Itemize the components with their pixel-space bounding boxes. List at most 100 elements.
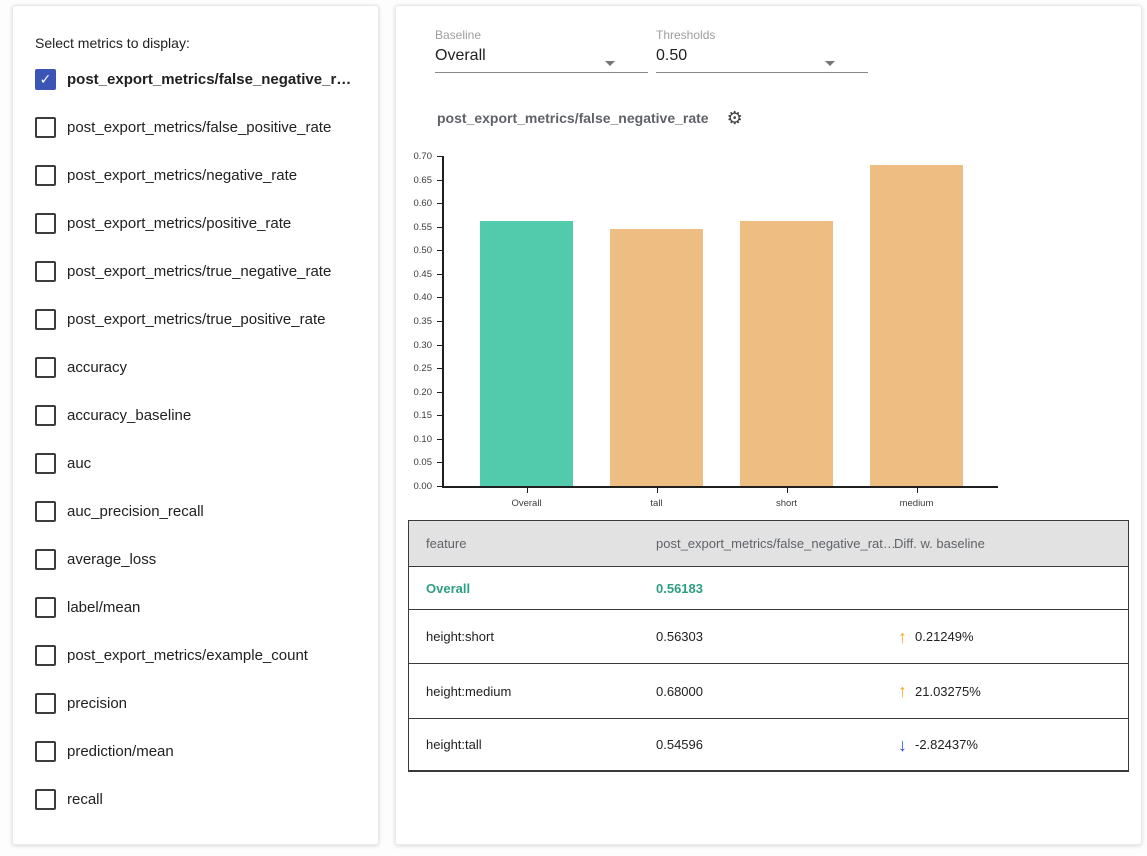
- x-axis-tick: [657, 488, 658, 493]
- metric-checkbox-item[interactable]: average_loss: [13, 535, 378, 583]
- diff-value: -2.82437%: [915, 737, 978, 752]
- metric-checkbox-item[interactable]: post_export_metrics/example_count: [13, 631, 378, 679]
- fairness-metrics-page: Select metrics to display: ✓ post_export_…: [0, 0, 1147, 856]
- diff-value: 0.21249%: [915, 629, 974, 644]
- y-axis-tick-label: 0.35: [396, 316, 432, 327]
- checkbox-unchecked-icon[interactable]: [35, 117, 56, 138]
- sidebar-heading: Select metrics to display:: [13, 6, 378, 51]
- diff-cell: ↓ -2.82437%: [894, 736, 1128, 754]
- x-axis-line: [442, 486, 998, 488]
- metric-label: accuracy_baseline: [67, 407, 191, 424]
- metric-checkbox-item[interactable]: prediction/mean: [13, 727, 378, 775]
- checkbox-unchecked-icon[interactable]: [35, 357, 56, 378]
- arrow-up-icon: ↑: [898, 682, 907, 700]
- metric-checkbox-item[interactable]: ✓ post_export_metrics/false_negative_r…: [13, 55, 378, 103]
- y-axis-tick-label: 0.10: [396, 434, 432, 445]
- y-axis-tick-label: 0.00: [396, 481, 432, 492]
- metric-value-cell: 0.56303: [656, 629, 894, 644]
- table-row: height:short0.56303↑0.21249%: [409, 609, 1128, 663]
- metric-label: post_export_metrics/true_positive_rate: [67, 311, 325, 328]
- chevron-down-icon[interactable]: [825, 61, 835, 66]
- metric-label: post_export_metrics/example_count: [67, 647, 308, 664]
- chart-title: post_export_metrics/false_negative_rate: [437, 110, 709, 126]
- metrics-sidebar: Select metrics to display: ✓ post_export_…: [12, 5, 379, 845]
- y-axis-tick-label: 0.30: [396, 340, 432, 351]
- metric-checkbox-item[interactable]: precision: [13, 679, 378, 727]
- metric-checkbox-item[interactable]: post_export_metrics/positive_rate: [13, 199, 378, 247]
- thresholds-select[interactable]: Thresholds 0.50: [656, 28, 868, 65]
- baseline-select-underline: [435, 72, 648, 73]
- chart-bar: [610, 229, 703, 486]
- checkbox-unchecked-icon[interactable]: [35, 549, 56, 570]
- y-axis-tick-label: 0.65: [396, 175, 432, 186]
- metric-checkbox-item[interactable]: accuracy_baseline: [13, 391, 378, 439]
- y-axis-tick-label: 0.50: [396, 245, 432, 256]
- y-axis-line: [442, 156, 444, 486]
- checkbox-unchecked-icon[interactable]: [35, 309, 56, 330]
- table-header-row: featurepost_export_metrics/false_negativ…: [409, 521, 1128, 567]
- table-row: height:medium0.68000↑21.03275%: [409, 663, 1128, 718]
- metric-checkbox-item[interactable]: auc_precision_recall: [13, 487, 378, 535]
- feature-cell: Overall: [409, 581, 656, 596]
- checkbox-unchecked-icon[interactable]: [35, 501, 56, 522]
- metric-checkbox-item[interactable]: recall: [13, 775, 378, 823]
- chart-bar: [870, 165, 963, 486]
- y-axis-tick-label: 0.45: [396, 269, 432, 280]
- metric-label: post_export_metrics/false_negative_r…: [67, 71, 351, 88]
- metric-label: accuracy: [67, 359, 127, 376]
- metric-checkbox-item[interactable]: post_export_metrics/false_positive_rate: [13, 103, 378, 151]
- metric-checkbox-item[interactable]: post_export_metrics/true_positive_rate: [13, 295, 378, 343]
- chart-bar: [740, 221, 833, 486]
- table-row: Overall0.56183: [409, 567, 1128, 609]
- y-axis-tick-label: 0.15: [396, 410, 432, 421]
- y-axis-tick-label: 0.55: [396, 222, 432, 233]
- arrow-up-icon: ↑: [898, 628, 907, 646]
- chart-bar: [480, 221, 573, 486]
- metric-label: recall: [67, 791, 103, 808]
- checkbox-unchecked-icon[interactable]: [35, 213, 56, 234]
- diff-cell: ↑ 0.21249%: [894, 628, 1128, 646]
- checkbox-unchecked-icon[interactable]: [35, 645, 56, 666]
- metric-value-cell: 0.54596: [656, 737, 894, 752]
- baseline-select[interactable]: Baseline Overall: [435, 28, 648, 65]
- checkbox-unchecked-icon[interactable]: [35, 405, 56, 426]
- metric-label: label/mean: [67, 599, 140, 616]
- metric-label: prediction/mean: [67, 743, 174, 760]
- feature-cell: height:tall: [409, 737, 656, 752]
- checkbox-unchecked-icon[interactable]: [35, 165, 56, 186]
- baseline-select-value[interactable]: Overall: [435, 47, 648, 65]
- chevron-down-icon[interactable]: [605, 61, 615, 66]
- checkbox-checked-icon[interactable]: ✓: [35, 69, 56, 90]
- table-header-cell: Diff. w. baseline: [894, 536, 1128, 551]
- checkbox-unchecked-icon[interactable]: [35, 693, 56, 714]
- settings-gear-icon[interactable]: ⚙: [727, 109, 743, 127]
- y-axis-tick-label: 0.70: [396, 151, 432, 162]
- chart-title-row: post_export_metrics/false_negative_rate …: [437, 109, 743, 127]
- y-axis-tick-label: 0.40: [396, 292, 432, 303]
- table-header-cell: feature: [409, 536, 656, 551]
- metric-checkbox-item[interactable]: accuracy: [13, 343, 378, 391]
- x-axis-tick-label: tall: [597, 498, 717, 509]
- table-row: height:tall0.54596 ↓ -2.82437%: [409, 718, 1128, 770]
- checkbox-unchecked-icon[interactable]: [35, 597, 56, 618]
- metric-label: auc_precision_recall: [67, 503, 204, 520]
- diff-value: 21.03275%: [915, 684, 981, 699]
- metric-checkbox-item[interactable]: auc: [13, 439, 378, 487]
- arrow-down-icon: ↓: [898, 736, 907, 754]
- table-header-cell: post_export_metrics/false_negative_rat…: [656, 536, 894, 551]
- checkbox-unchecked-icon[interactable]: [35, 741, 56, 762]
- metric-label: post_export_metrics/true_negative_rate: [67, 263, 331, 280]
- x-axis-tick-label: short: [727, 498, 847, 509]
- metric-label: post_export_metrics/positive_rate: [67, 215, 291, 232]
- x-axis-tick: [527, 488, 528, 493]
- thresholds-select-value[interactable]: 0.50: [656, 47, 868, 65]
- checkbox-unchecked-icon[interactable]: [35, 261, 56, 282]
- checkbox-unchecked-icon[interactable]: [35, 453, 56, 474]
- metric-checkbox-item[interactable]: label/mean: [13, 583, 378, 631]
- checkbox-unchecked-icon[interactable]: [35, 789, 56, 810]
- metric-value-cell: 0.68000: [656, 684, 894, 699]
- metric-checkbox-item[interactable]: post_export_metrics/negative_rate: [13, 151, 378, 199]
- metric-checkbox-item[interactable]: post_export_metrics/true_negative_rate: [13, 247, 378, 295]
- metrics-table: featurepost_export_metrics/false_negativ…: [408, 520, 1129, 772]
- bar-chart: 0.000.050.100.150.200.250.300.350.400.45…: [396, 150, 1141, 525]
